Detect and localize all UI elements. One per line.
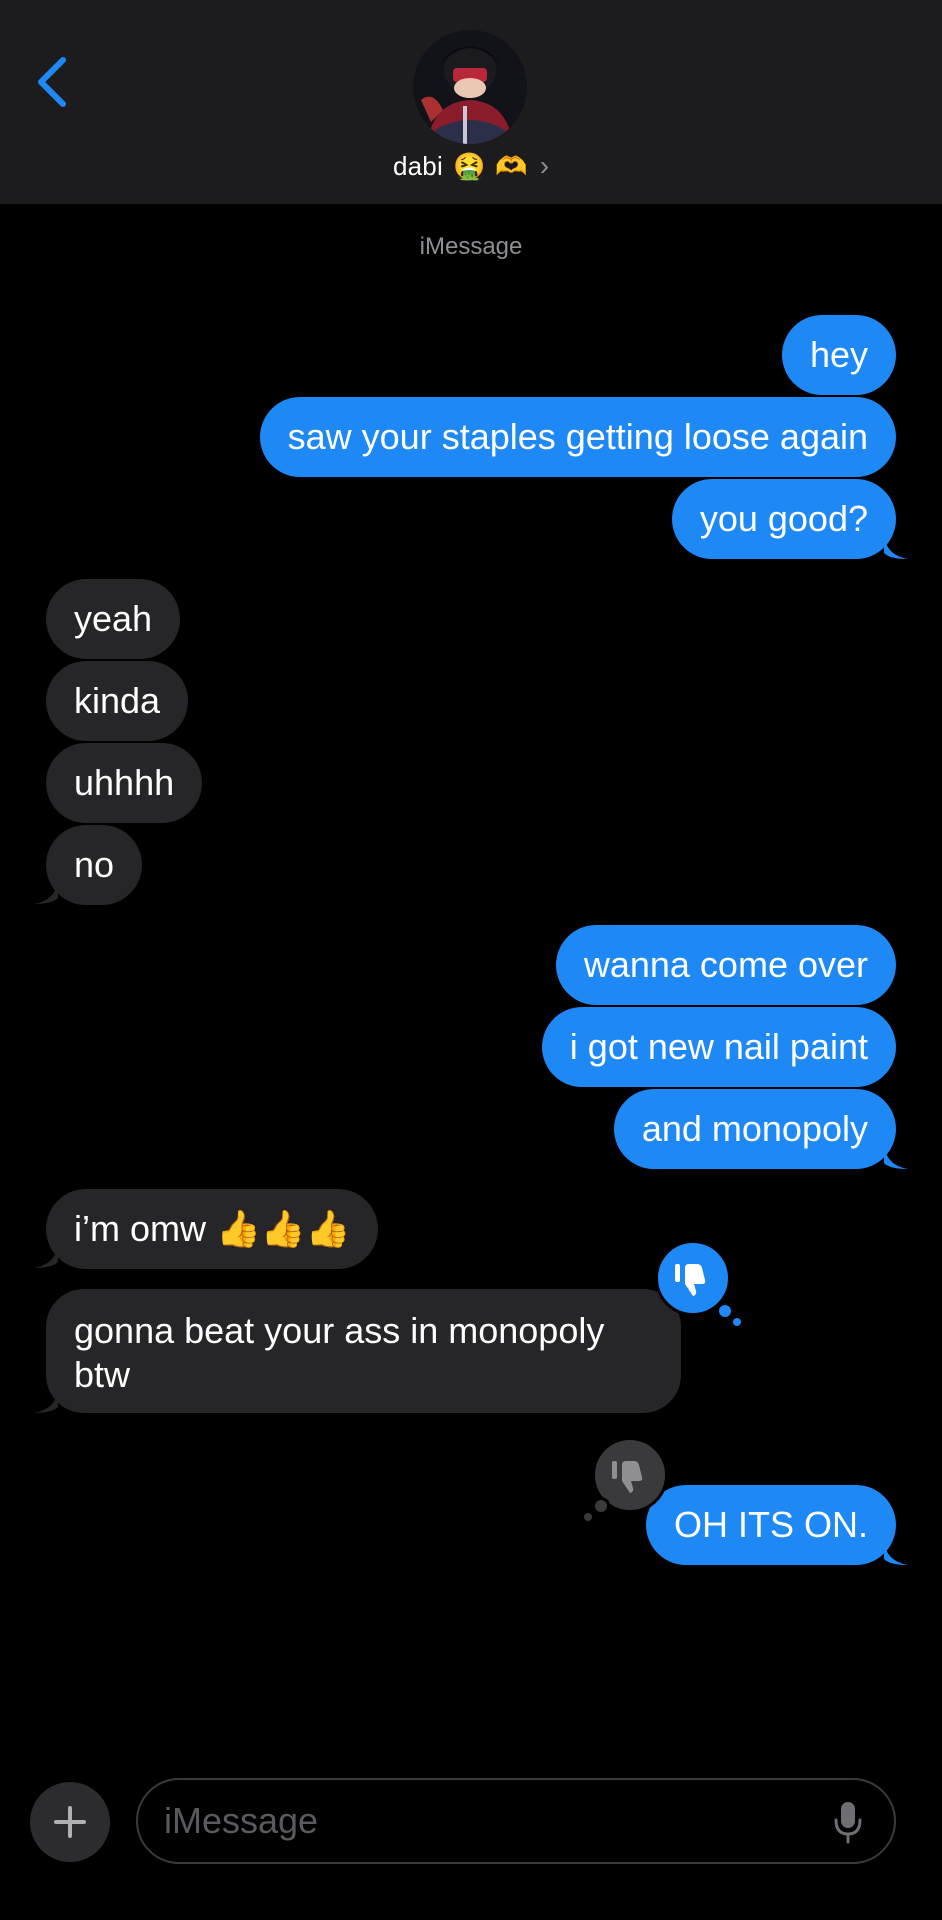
chevron-right-icon: › [539,150,550,181]
message-bubble-incoming[interactable]: kinda [46,661,189,741]
avatar-image [413,30,527,144]
message-bubble-incoming[interactable]: gonna beat your ass in monopoly btw [46,1289,681,1413]
conversation-header: dabi 🤮 🫶 › [0,0,942,204]
bubble-tail [884,1145,908,1169]
message-bubble-outgoing[interactable]: OH ITS ON. [645,1485,896,1565]
reaction-tail-dot [731,1316,743,1328]
message-input[interactable] [164,1780,804,1862]
messages-screen: dabi 🤮 🫶 › iMessage hey saw your staples… [0,0,942,1920]
chevron-left-icon [38,57,66,107]
message-bubble-incoming[interactable]: i’m omw 👍👍👍 [46,1189,379,1269]
back-button[interactable] [30,52,74,112]
message-bubble-incoming[interactable]: yeah [46,579,181,659]
message-bubble-outgoing[interactable]: and monopoly [613,1089,896,1169]
message-bubble-outgoing[interactable]: wanna come over [555,925,896,1005]
message-bubble-incoming[interactable]: uhhhh [46,743,203,823]
message-text: i’m omw 👍👍👍 [74,1208,351,1249]
thumbs-down-icon [612,1461,643,1493]
microphone-icon [834,1802,862,1844]
message-text: saw your staples getting loose again [287,416,868,457]
plus-icon [54,1806,86,1838]
reaction-tail-dot [592,1497,610,1515]
bubble-tail [34,1389,58,1413]
message-text: hey [809,334,868,375]
service-label: iMessage [419,233,523,260]
message-text: i got new nail paint [569,1026,868,1067]
apps-plus-button[interactable] [30,1782,110,1862]
bubble-tail [884,535,908,559]
message-text: yeah [74,598,153,639]
message-text: and monopoly [641,1108,868,1149]
nauseated-face-icon: 🤮 [452,151,486,181]
bubble-tail [34,880,58,904]
message-bubble-incoming[interactable]: no [46,825,143,905]
message-text: no [74,844,115,885]
contact-info-button[interactable]: dabi 🤮 🫶 › [0,150,942,182]
bubble-tail [34,1244,58,1268]
message-text: kinda [74,680,161,721]
reaction-tail-dot [582,1511,594,1523]
contact-name: dabi [392,150,443,181]
message-bubble-outgoing[interactable]: saw your staples getting loose again [259,397,896,477]
dictation-button[interactable] [830,1798,866,1846]
bubble-tail [884,1541,908,1565]
contact-avatar[interactable] [413,30,527,144]
message-text: you good? [699,498,868,539]
message-text: gonna beat your ass in monopoly btw [74,1310,605,1395]
message-text: uhhhh [74,762,175,803]
message-input-container[interactable] [136,1778,896,1864]
message-bubble-outgoing[interactable]: you good? [671,479,896,559]
message-bubble-outgoing[interactable]: hey [781,315,896,395]
message-text: wanna come over [583,944,868,985]
message-text: OH ITS ON. [673,1504,868,1545]
message-bubble-outgoing[interactable]: i got new nail paint [541,1007,896,1087]
heart-hands-icon: 🫶 [495,151,528,181]
thumbs-down-icon [675,1264,706,1296]
